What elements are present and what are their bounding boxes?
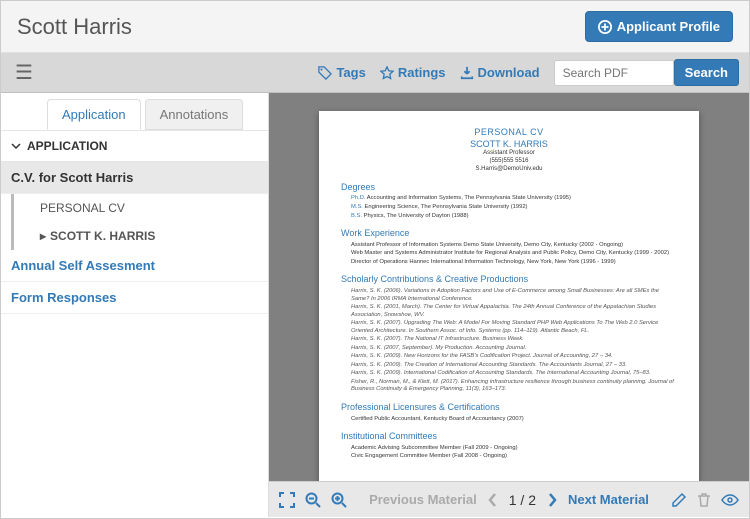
caret-right-icon: ▸ [40,229,46,243]
tags-button[interactable]: Tags [318,65,365,80]
eye-icon[interactable] [721,493,739,507]
chevron-left-icon[interactable] [487,493,499,507]
search-input[interactable] [554,60,674,86]
zoom-in-icon[interactable] [331,492,347,508]
section-header-label: APPLICATION [27,139,107,153]
doc-email: S.Harris@DemoUniv.edu [341,166,677,174]
sidebar-sub-name[interactable]: ▸ SCOTT K. HARRIS [11,222,268,250]
tags-label: Tags [336,65,365,80]
doc-section-scholarly: Scholarly Contributions & Creative Produ… [341,274,677,394]
tag-icon [318,66,332,80]
page-indicator: 1 / 2 [509,492,536,508]
doc-section-degrees: Degrees Ph.D. Accounting and Information… [341,182,677,220]
section-title: Degrees [341,182,677,194]
section-title: Institutional Committees [341,431,677,443]
doc-entry: Harris, S. K. (2009). New Horizons for t… [341,353,677,361]
page-scroll-area[interactable]: PERSONAL CV SCOTT K. HARRIS Assistant Pr… [269,93,749,481]
chevron-right-icon[interactable] [546,493,558,507]
doc-heading: PERSONAL CV [341,127,677,139]
trash-icon[interactable] [697,492,711,508]
sidebar-sub-personal-cv[interactable]: PERSONAL CV [11,194,268,222]
main-area: Application Annotations APPLICATION C.V.… [1,93,749,517]
pdf-page: PERSONAL CV SCOTT K. HARRIS Assistant Pr… [319,111,699,481]
tab-annotations[interactable]: Annotations [145,99,244,130]
plus-circle-icon [598,20,612,34]
doc-entry: Harris, S. K. (2001, March). The Center … [341,304,677,319]
download-button[interactable]: Download [460,65,540,80]
edit-icon[interactable] [671,492,687,508]
doc-entry: Fisher, R., Norman, M., & Klett, M. (201… [341,379,677,394]
document-viewer: PERSONAL CV SCOTT K. HARRIS Assistant Pr… [269,93,749,517]
doc-entry: Director of Operations Hannec Internatio… [341,259,677,267]
applicant-name-heading: Scott Harris [17,14,132,40]
sidebar-tabs: Application Annotations [1,93,268,130]
doc-entry: Academic Advising Subcommittee Member (F… [341,445,677,453]
doc-entry: Web Master and Systems Administrator Ins… [341,250,677,258]
page-current: 1 [509,492,517,508]
doc-entry: M.S. Engineering Science, The Pennsylvan… [341,204,677,212]
doc-section-licenses: Professional Licensures & Certifications… [341,402,677,423]
doc-name: SCOTT K. HARRIS [341,139,677,151]
doc-section-committees: Institutional Committees Academic Advisi… [341,431,677,461]
page-sep: / [517,492,529,508]
doc-entry: Ph.D. Accounting and Information Systems… [341,195,677,203]
previous-material-button[interactable]: Previous Material [369,492,477,507]
doc-entry: Harris, S. K. (2007). Upgrading The Web:… [341,320,677,335]
toolbar: ☰ Tags Ratings Download Search [1,53,749,93]
doc-entry: B.S. Physics, The University of Dayton (… [341,213,677,221]
doc-entry: Harris, S. K. (2009). International Codi… [341,370,677,378]
sidebar: Application Annotations APPLICATION C.V.… [1,93,269,517]
doc-entry: Harris, S. K. (2006). Variations in Adop… [341,288,677,303]
ratings-button[interactable]: Ratings [380,65,446,80]
sidebar-item-cv[interactable]: C.V. for Scott Harris [1,162,268,194]
download-label: Download [478,65,540,80]
chevron-down-icon [11,141,21,151]
applicant-profile-button[interactable]: Applicant Profile [585,11,733,42]
doc-entry: Harris, S. K. (2007). The National IT In… [341,336,677,344]
download-icon [460,66,474,80]
menu-icon[interactable]: ☰ [11,60,37,85]
sidebar-item-form-responses[interactable]: Form Responses [1,282,268,314]
sidebar-sub-name-label: SCOTT K. HARRIS [50,229,155,243]
header-bar: Scott Harris Applicant Profile [1,1,749,53]
applicant-profile-label: Applicant Profile [617,19,720,34]
doc-role: Assistant Professor [341,150,677,158]
fullscreen-icon[interactable] [279,492,295,508]
doc-entry: Harris, S. K. (2009). The Creation of In… [341,362,677,370]
doc-entry: Harris, S. K. (2007, September). My Prod… [341,345,677,353]
doc-entry: Civic Engagement Committee Member (Fall … [341,453,677,461]
section-title: Work Experience [341,228,677,240]
doc-phone: (555)555 5516 [341,158,677,166]
ratings-label: Ratings [398,65,446,80]
section-header-application[interactable]: APPLICATION [1,130,268,162]
search-button[interactable]: Search [674,59,739,86]
doc-entry: Assistant Professor of Information Syste… [341,242,677,250]
doc-entry: Certified Public Accountant, Kentucky Bo… [341,416,677,424]
section-title: Scholarly Contributions & Creative Produ… [341,274,677,286]
tab-application[interactable]: Application [47,99,141,130]
star-icon [380,66,394,80]
next-material-button[interactable]: Next Material [568,492,649,507]
doc-section-work: Work Experience Assistant Professor of I… [341,228,677,266]
section-title: Professional Licensures & Certifications [341,402,677,414]
sidebar-item-self-assessment[interactable]: Annual Self Assesment [1,250,268,282]
page-total: 2 [528,492,536,508]
zoom-out-icon[interactable] [305,492,321,508]
viewer-footer: Previous Material 1 / 2 Next Material [269,481,749,517]
